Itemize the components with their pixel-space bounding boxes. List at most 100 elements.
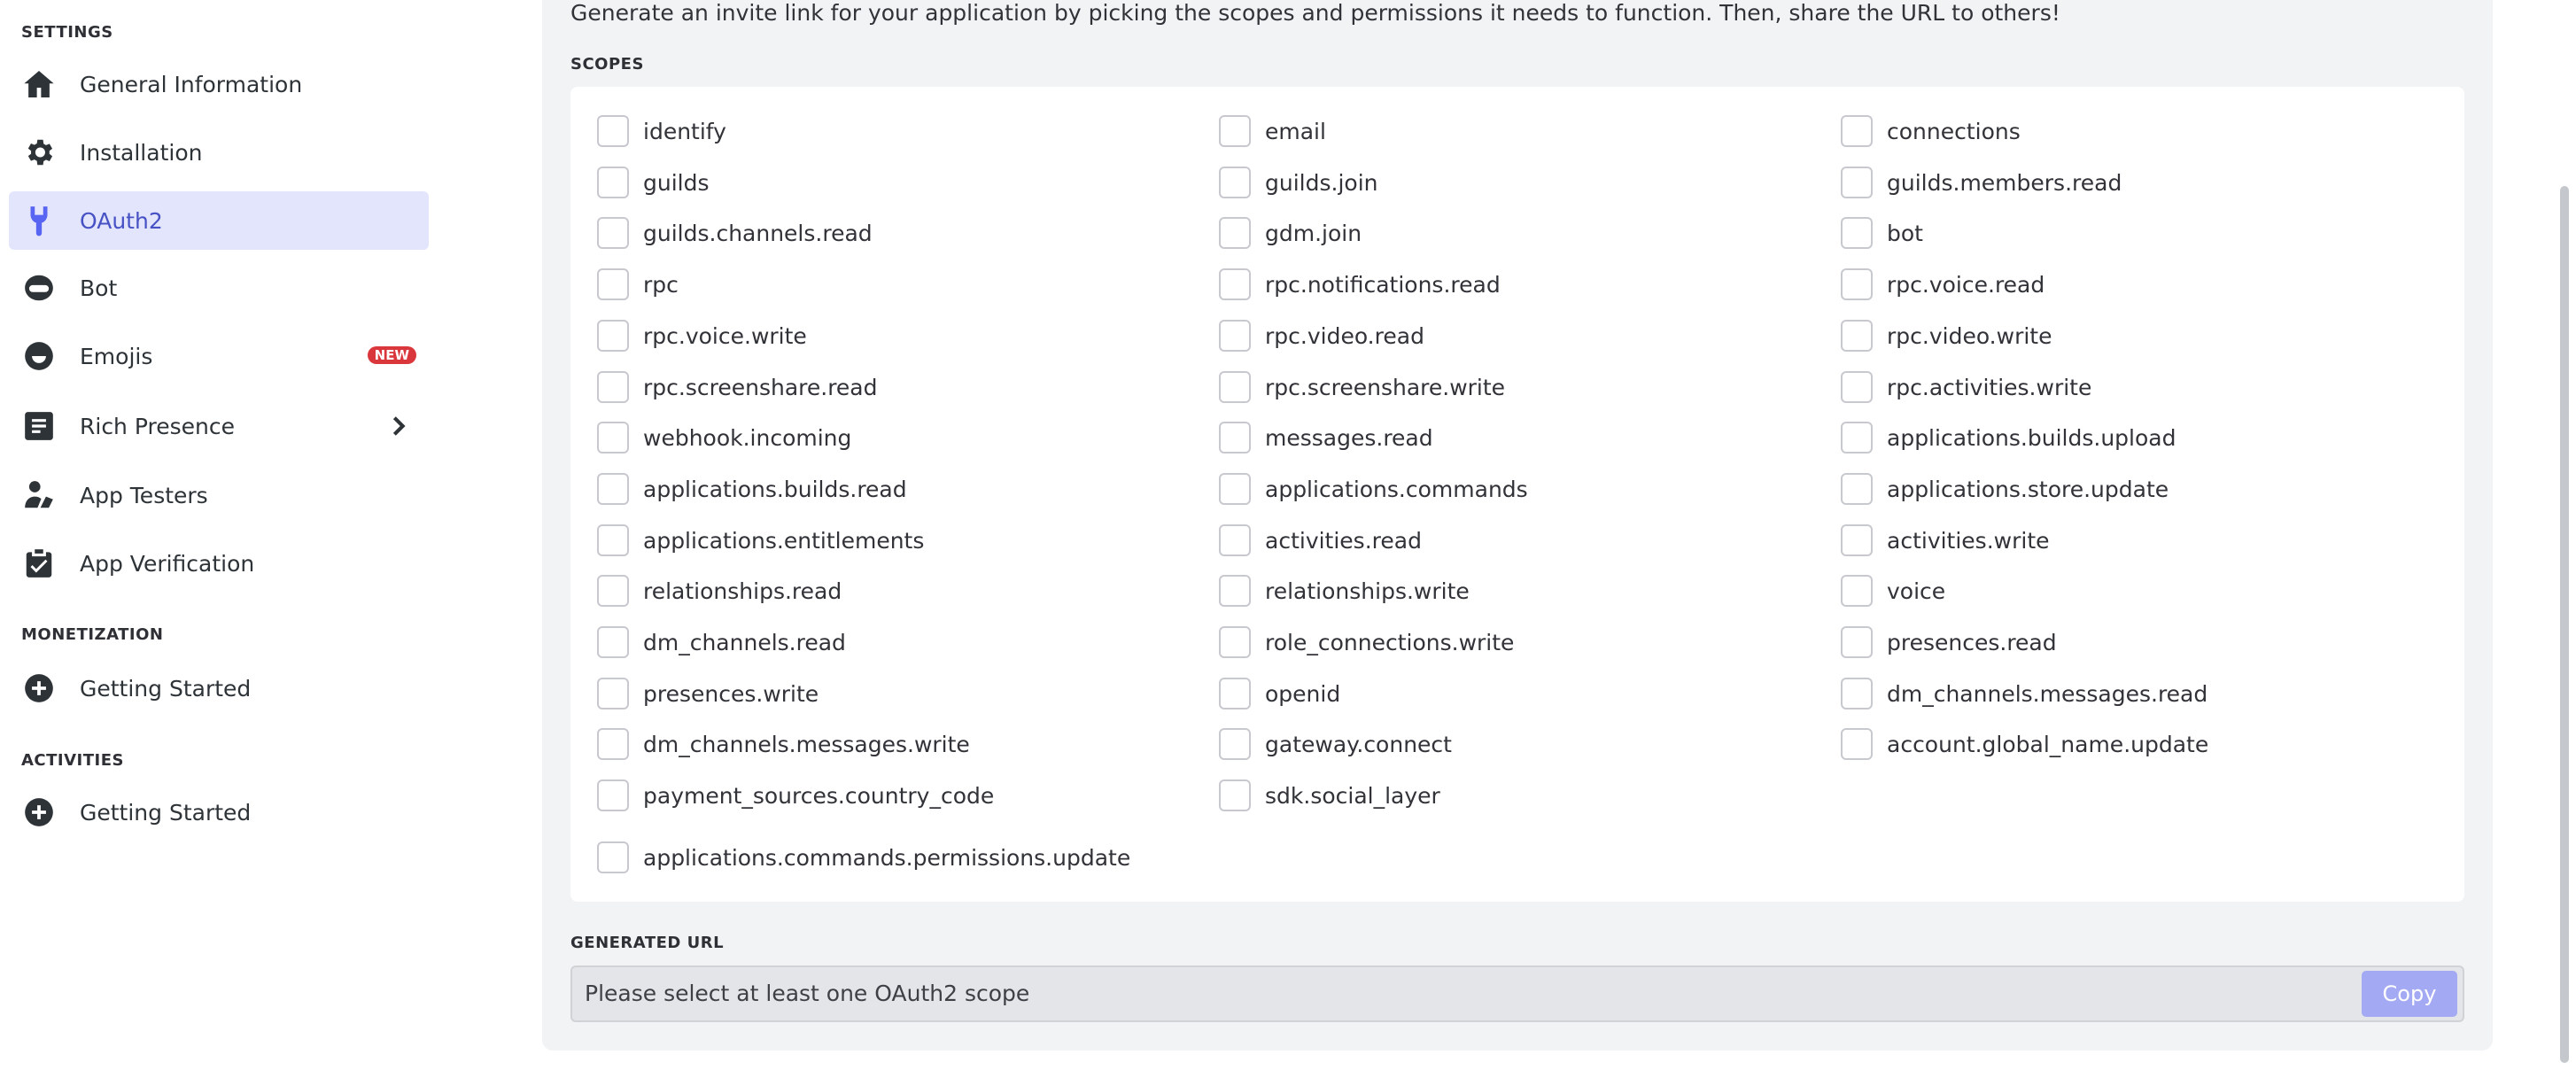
scope-checkbox[interactable] [1841,167,1873,198]
scope-option[interactable]: applications.store.update [1841,471,2169,507]
sidebar-item-oauth2[interactable]: OAuth2 [9,191,429,250]
scope-checkbox[interactable] [1219,575,1251,607]
scope-option[interactable]: account.global_name.update [1841,726,2208,762]
scope-checkbox[interactable] [1219,268,1251,300]
scope-checkbox[interactable] [597,217,629,249]
sidebar-item-activities-getting-started[interactable]: Getting Started [9,783,429,841]
scope-option[interactable]: webhook.incoming [597,420,851,455]
scope-option[interactable]: activities.read [1219,523,1422,558]
scope-option[interactable]: sdk.social_layer [1219,778,1440,813]
sidebar-item-bot[interactable]: Bot [9,259,429,317]
scope-checkbox[interactable] [597,678,629,709]
scope-option[interactable]: applications.builds.upload [1841,420,2176,455]
scope-checkbox[interactable] [1841,320,1873,352]
scope-checkbox[interactable] [597,779,629,811]
scope-checkbox[interactable] [597,524,629,556]
scope-label: rpc.voice.write [643,322,807,349]
scope-option[interactable]: openid [1219,676,1340,711]
scope-option[interactable]: dm_channels.read [597,624,846,660]
scope-option[interactable]: rpc.video.write [1841,318,2052,353]
scope-checkbox[interactable] [1841,115,1873,147]
scope-checkbox[interactable] [597,167,629,198]
scope-option[interactable]: email [1219,113,1326,149]
scope-checkbox[interactable] [1219,779,1251,811]
scope-checkbox[interactable] [1219,217,1251,249]
scope-checkbox[interactable] [597,473,629,505]
scope-option[interactable]: rpc.voice.write [597,318,807,353]
scope-option[interactable]: relationships.read [597,573,842,609]
scope-checkbox[interactable] [1841,678,1873,709]
scope-checkbox[interactable] [597,320,629,352]
scope-option[interactable]: presences.read [1841,624,2057,660]
scope-option[interactable]: bot [1841,215,1923,251]
copy-button[interactable]: Copy [2362,971,2457,1017]
sidebar-item-rich-presence[interactable]: Rich Presence [9,397,429,455]
scope-option[interactable]: relationships.write [1219,573,1470,609]
scope-checkbox[interactable] [1841,422,1873,454]
scope-option[interactable]: guilds.members.read [1841,165,2122,200]
scope-option[interactable]: applications.commands [1219,471,1528,507]
scope-option[interactable]: guilds.join [1219,165,1377,200]
scope-option[interactable]: applications.builds.read [597,471,907,507]
sidebar-item-app-testers[interactable]: App Testers [9,466,429,524]
scope-option[interactable]: gateway.connect [1219,726,1452,762]
sidebar-item-app-verification[interactable]: App Verification [9,534,429,593]
scope-option[interactable]: rpc.notifications.read [1219,267,1501,302]
scope-option[interactable]: rpc.activities.write [1841,369,2091,405]
scope-checkbox[interactable] [1219,473,1251,505]
scope-checkbox[interactable] [1219,626,1251,658]
sidebar-item-emojis[interactable]: Emojis NEW [9,327,429,385]
scope-label: dm_channels.messages.read [1887,680,2208,707]
scope-checkbox[interactable] [1219,728,1251,760]
scope-option[interactable]: dm_channels.messages.read [1841,676,2207,711]
scope-checkbox[interactable] [1219,678,1251,709]
scope-option[interactable]: identify [597,113,726,149]
sidebar-item-monetization-getting-started[interactable]: Getting Started [9,659,429,717]
scope-checkbox[interactable] [1841,371,1873,403]
scope-option[interactable]: rpc.screenshare.read [597,369,878,405]
scope-checkbox[interactable] [1841,728,1873,760]
scope-checkbox[interactable] [597,422,629,454]
scope-checkbox[interactable] [597,371,629,403]
scope-checkbox[interactable] [1841,626,1873,658]
scope-option[interactable]: dm_channels.messages.write [597,726,970,762]
scope-checkbox[interactable] [1219,320,1251,352]
scope-checkbox[interactable] [597,841,629,873]
scope-option[interactable]: guilds.channels.read [597,215,873,251]
scope-option[interactable]: rpc.voice.read [1841,267,2045,302]
generated-url-field[interactable]: Please select at least one OAuth2 scope … [570,965,2464,1022]
scope-checkbox[interactable] [1219,524,1251,556]
scope-checkbox[interactable] [597,115,629,147]
scope-checkbox[interactable] [1219,167,1251,198]
scope-option[interactable]: presences.write [597,676,819,711]
scope-checkbox[interactable] [597,626,629,658]
scope-option[interactable]: rpc.screenshare.write [1219,369,1505,405]
scope-checkbox[interactable] [1841,473,1873,505]
sidebar-item-general-information[interactable]: General Information [9,55,429,113]
scope-checkbox[interactable] [1219,422,1251,454]
scope-option[interactable]: rpc [597,267,679,302]
scope-option[interactable]: messages.read [1219,420,1433,455]
scope-checkbox[interactable] [597,575,629,607]
scope-checkbox[interactable] [597,728,629,760]
scope-checkbox[interactable] [1841,217,1873,249]
scope-checkbox[interactable] [1219,115,1251,147]
scope-option[interactable]: applications.commands.permissions.update [597,840,1130,875]
scope-option[interactable]: payment_sources.country_code [597,778,994,813]
scope-option[interactable]: activities.write [1841,523,2050,558]
scope-checkbox[interactable] [1841,524,1873,556]
scope-checkbox[interactable] [1219,371,1251,403]
scope-option[interactable]: connections [1841,113,2021,149]
scope-option[interactable]: role_connections.write [1219,624,1514,660]
scope-checkbox[interactable] [597,268,629,300]
chevron-right-icon[interactable] [386,414,411,438]
scope-option[interactable]: guilds [597,165,710,200]
scope-checkbox[interactable] [1841,268,1873,300]
scope-option[interactable]: voice [1841,573,1945,609]
scope-option[interactable]: gdm.join [1219,215,1362,251]
scope-checkbox[interactable] [1841,575,1873,607]
scope-option[interactable]: rpc.video.read [1219,318,1424,353]
sidebar-item-installation[interactable]: Installation [9,123,429,182]
scope-option[interactable]: applications.entitlements [597,523,924,558]
scrollbar[interactable] [2560,186,2569,1063]
